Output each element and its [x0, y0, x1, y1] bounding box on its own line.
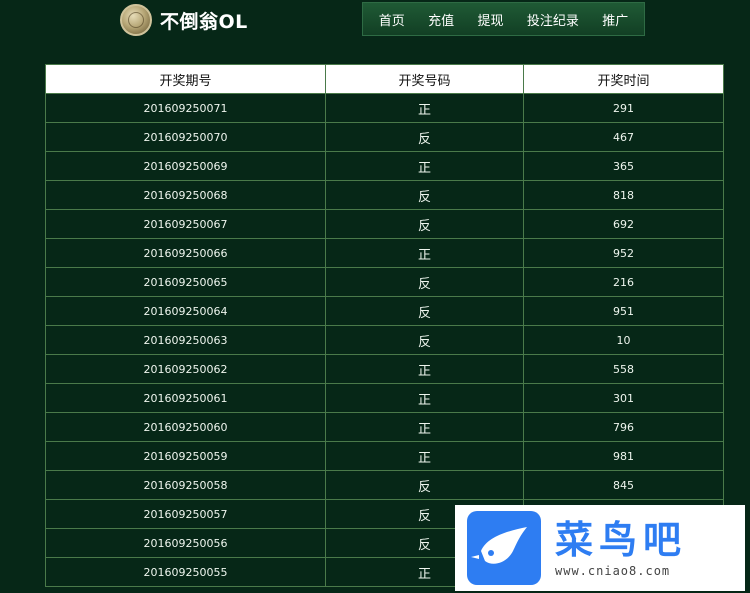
- cell-draw-time: 818: [523, 180, 724, 210]
- cell-draw-time: 951: [523, 296, 724, 326]
- cell-draw-period: 201609250059: [45, 441, 326, 471]
- brand[interactable]: 不倒翁OL: [120, 2, 248, 38]
- cell-draw-result: 反: [325, 267, 524, 297]
- cell-draw-period: 201609250066: [45, 238, 326, 268]
- table-header-row: 开奖期号 开奖号码 开奖时间: [45, 64, 724, 94]
- bird-logo-icon: [467, 511, 541, 585]
- cell-draw-result: 反: [325, 122, 524, 152]
- table-row: 201609250063 反 10: [45, 325, 724, 355]
- cell-draw-time: 10: [523, 325, 724, 355]
- cell-draw-result: 正: [325, 354, 524, 384]
- cell-draw-time: 467: [523, 122, 724, 152]
- table-row: 201609250066 正 952: [45, 238, 724, 268]
- cell-draw-period: 201609250062: [45, 354, 326, 384]
- cell-draw-result: 正: [325, 151, 524, 181]
- cell-draw-period: 201609250061: [45, 383, 326, 413]
- cell-draw-result: 正: [325, 412, 524, 442]
- nav-withdraw[interactable]: 提现: [477, 10, 503, 29]
- nav-recharge[interactable]: 充值: [428, 10, 454, 29]
- table-row: 201609250071 正 291: [45, 93, 724, 123]
- cell-draw-result: 正: [325, 238, 524, 268]
- brand-name: 不倒翁OL: [160, 10, 248, 33]
- watermark-url: www.cniao8.com: [555, 564, 671, 578]
- cell-draw-period: 201609250058: [45, 470, 326, 500]
- cell-draw-time: 301: [523, 383, 724, 413]
- table-row: 201609250070 反 467: [45, 122, 724, 152]
- header-draw-number: 开奖号码: [325, 64, 524, 94]
- cell-draw-period: 201609250060: [45, 412, 326, 442]
- cell-draw-time: 291: [523, 93, 724, 123]
- table-row: 201609250061 正 301: [45, 383, 724, 413]
- cell-draw-result: 反: [325, 296, 524, 326]
- table-row: 201609250068 反 818: [45, 180, 724, 210]
- nav-promotion[interactable]: 推广: [602, 10, 628, 29]
- top-bar: 不倒翁OL 首页 充值 提现 投注纪录 推广: [0, 0, 750, 44]
- table-row: 201609250059 正 981: [45, 441, 724, 471]
- cell-draw-period: 201609250057: [45, 499, 326, 529]
- cell-draw-time: 216: [523, 267, 724, 297]
- cell-draw-period: 201609250055: [45, 557, 326, 587]
- cell-draw-result: 反: [325, 470, 524, 500]
- table-row: 201609250058 反 845: [45, 470, 724, 500]
- cell-draw-period: 201609250069: [45, 151, 326, 181]
- cell-draw-period: 201609250070: [45, 122, 326, 152]
- coin-logo-icon: [120, 4, 152, 36]
- cell-draw-time: 845: [523, 470, 724, 500]
- cell-draw-time: 558: [523, 354, 724, 384]
- cell-draw-period: 201609250067: [45, 209, 326, 239]
- cell-draw-time: 365: [523, 151, 724, 181]
- cell-draw-time: 692: [523, 209, 724, 239]
- cell-draw-period: 201609250068: [45, 180, 326, 210]
- table-row: 201609250064 反 951: [45, 296, 724, 326]
- table-row: 201609250060 正 796: [45, 412, 724, 442]
- cell-draw-result: 正: [325, 383, 524, 413]
- cell-draw-period: 201609250071: [45, 93, 326, 123]
- watermark-text: 菜鸟吧 www.cniao8.com: [555, 517, 688, 579]
- cell-draw-time: 981: [523, 441, 724, 471]
- table-row: 201609250065 反 216: [45, 267, 724, 297]
- cell-draw-result: 反: [325, 180, 524, 210]
- cell-draw-period: 201609250064: [45, 296, 326, 326]
- cell-draw-period: 201609250065: [45, 267, 326, 297]
- cell-draw-result: 正: [325, 93, 524, 123]
- cell-draw-time: 796: [523, 412, 724, 442]
- cell-draw-result: 反: [325, 209, 524, 239]
- cell-draw-result: 正: [325, 441, 524, 471]
- header-draw-period: 开奖期号: [45, 64, 326, 94]
- cell-draw-period: 201609250063: [45, 325, 326, 355]
- cell-draw-result: 反: [325, 325, 524, 355]
- watermark-title: 菜鸟吧: [555, 517, 688, 562]
- table-row: 201609250069 正 365: [45, 151, 724, 181]
- table-row: 201609250067 反 692: [45, 209, 724, 239]
- nav-home[interactable]: 首页: [379, 10, 405, 29]
- nav-bet-records[interactable]: 投注纪录: [527, 10, 579, 29]
- watermark-banner: 菜鸟吧 www.cniao8.com: [455, 505, 745, 591]
- main-nav: 首页 充值 提现 投注纪录 推广: [362, 2, 645, 36]
- header-draw-time: 开奖时间: [523, 64, 724, 94]
- cell-draw-time: 952: [523, 238, 724, 268]
- cell-draw-period: 201609250056: [45, 528, 326, 558]
- table-row: 201609250062 正 558: [45, 354, 724, 384]
